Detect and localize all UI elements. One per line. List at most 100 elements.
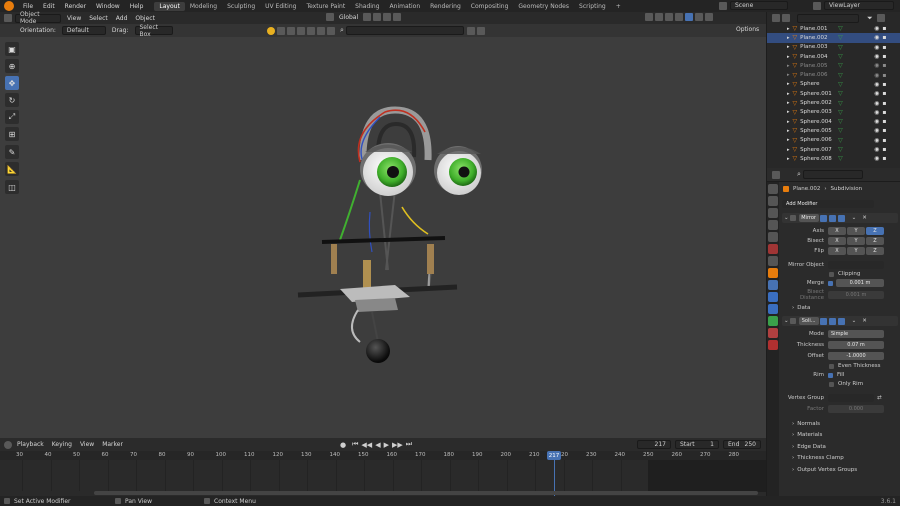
only-rim-checkbox[interactable] <box>829 381 834 387</box>
outliner-item[interactable]: ▸ ▽ Plane.001 ▽ ◉ ▪ <box>767 24 900 33</box>
rotate-tool-icon[interactable]: ↻ <box>5 93 19 107</box>
invert-vertex-group-icon[interactable]: ⇄ <box>877 395 882 401</box>
properties-editor-icon[interactable] <box>772 170 780 179</box>
mirror-object-field[interactable] <box>828 261 884 269</box>
data-section[interactable]: › Data <box>782 305 898 311</box>
mode-dropdown[interactable]: Simple <box>828 330 884 338</box>
shading-rendered-icon[interactable] <box>705 13 713 21</box>
options-dropdown[interactable]: Options <box>732 26 763 33</box>
expand-chevron-icon[interactable]: ⌄ <box>784 215 789 221</box>
solidify-name-field[interactable]: Soli... <box>798 317 819 325</box>
timeline-editor-icon[interactable] <box>4 440 12 449</box>
render-camera-icon[interactable]: ▪ <box>882 44 886 51</box>
outliner-item[interactable]: ▸ ▽ Sphere.007 ▽ ◉ ▪ <box>767 145 900 154</box>
menu-render[interactable]: Render <box>60 3 91 10</box>
subpanel-thickness-clamp[interactable]: › Thickness Clamp <box>782 453 898 465</box>
solidify-expand-chevron-icon[interactable]: ⌄ <box>784 318 789 324</box>
render-camera-icon[interactable]: ▪ <box>882 25 886 32</box>
mode-dropdown[interactable]: Object Mode <box>15 11 61 25</box>
visibility-eye-icon[interactable]: ◉ <box>874 62 879 69</box>
outliner-item[interactable]: ▸ ▽ Sphere.004 ▽ ◉ ▪ <box>767 117 900 126</box>
mirror-name-field[interactable]: Mirror <box>798 214 819 222</box>
object-tab-icon[interactable] <box>768 268 778 278</box>
render-camera-icon[interactable]: ▪ <box>882 100 886 107</box>
visibility-eye-icon[interactable]: ◉ <box>874 146 879 153</box>
render-camera-icon[interactable]: ▪ <box>882 72 886 79</box>
bisect-z-toggle[interactable]: Z <box>866 237 884 245</box>
render-camera-icon[interactable]: ▪ <box>882 155 886 162</box>
subpanel-edge-data[interactable]: › Edge Data <box>782 441 898 453</box>
scale-tool-icon[interactable]: ⤢ <box>5 110 19 124</box>
3d-viewport[interactable] <box>0 12 766 438</box>
particles-tab-icon[interactable] <box>768 292 778 302</box>
mirror-modifier-header[interactable]: ⌄ Mirror ⌄ ✕ <box>782 213 898 223</box>
tab-sculpting[interactable]: Sculpting <box>222 2 260 11</box>
clipping-checkbox[interactable] <box>829 271 834 277</box>
tab-animation[interactable]: Animation <box>385 2 426 11</box>
expand-arrow-icon[interactable]: ▸ <box>787 91 790 97</box>
output-tab-icon[interactable] <box>768 208 778 218</box>
solidify-render-icon[interactable] <box>837 317 845 325</box>
menu-marker[interactable]: Marker <box>98 441 127 448</box>
filter-icon-4[interactable] <box>307 26 315 35</box>
menu-timeline-view[interactable]: View <box>76 441 98 448</box>
transform-orientation[interactable]: Global <box>325 13 402 21</box>
solidify-modifier-header[interactable]: ⌄ Soli... ⌄ ✕ <box>782 316 898 326</box>
timeline[interactable]: 30 40 50 60 70 80 90 100 110 120 130 140 150 160 170 18… <box>0 451 766 496</box>
menu-file[interactable]: File <box>18 3 38 10</box>
editor-type-icon[interactable] <box>4 14 12 22</box>
cursor-tool-icon[interactable]: ⊕ <box>5 59 19 73</box>
scene-tab-icon[interactable] <box>768 232 778 242</box>
render-camera-icon[interactable]: ▪ <box>882 62 886 69</box>
render-camera-icon[interactable]: ▪ <box>882 53 886 60</box>
menu-object[interactable]: Object <box>131 15 159 22</box>
flip-z-toggle[interactable]: Z <box>866 247 884 255</box>
render-tab-icon[interactable] <box>768 196 778 206</box>
scene-name[interactable]: Scene <box>730 1 788 10</box>
tool-tab-icon[interactable] <box>768 184 778 194</box>
add-modifier-dropdown[interactable]: Add Modifier <box>782 200 874 208</box>
outliner-item[interactable]: ▸ ▽ Sphere.001 ▽ ◉ ▪ <box>767 89 900 98</box>
flip-x-toggle[interactable]: X <box>828 247 846 255</box>
play-icon[interactable]: ▶ <box>384 441 389 449</box>
record-icon[interactable]: ● <box>340 441 346 449</box>
end-frame-field[interactable]: End 250 <box>723 440 761 449</box>
shading-material-icon[interactable] <box>695 13 703 21</box>
next-key-icon[interactable]: ▶▶ <box>392 441 403 449</box>
tab-texture-paint[interactable]: Texture Paint <box>301 2 350 11</box>
tab-layout[interactable]: Layout <box>154 1 185 11</box>
render-camera-icon[interactable]: ▪ <box>882 146 886 153</box>
visibility-eye-icon[interactable]: ◉ <box>874 90 879 97</box>
xray-icon[interactable] <box>665 13 673 21</box>
physics-tab-icon[interactable] <box>768 304 778 314</box>
funnel-icon[interactable] <box>476 26 485 35</box>
expand-arrow-icon[interactable]: ▸ <box>787 81 790 87</box>
even-thickness-checkbox[interactable] <box>829 363 834 369</box>
prev-key-icon[interactable]: ◀◀ <box>361 441 372 449</box>
solidify-menu-icon[interactable]: ⌄ <box>852 318 857 324</box>
modifier-menu-icon[interactable]: ⌄ <box>852 215 857 221</box>
expand-arrow-icon[interactable]: ▸ <box>787 137 790 143</box>
tab-geometry-nodes[interactable]: Geometry Nodes <box>513 2 574 11</box>
tab-rendering[interactable]: Rendering <box>425 2 466 11</box>
play-reverse-icon[interactable]: ◀ <box>375 441 380 449</box>
filter-icon[interactable]: ⏷ <box>867 14 873 23</box>
render-camera-icon[interactable]: ▪ <box>882 90 886 97</box>
visibility-eye-icon[interactable]: ◉ <box>874 81 879 88</box>
tab-shading[interactable]: Shading <box>350 2 384 11</box>
merge-checkbox[interactable] <box>828 280 833 286</box>
move-tool-icon[interactable]: ✥ <box>5 76 19 90</box>
current-frame-field[interactable]: 217 <box>637 440 671 449</box>
annotate-tool-icon[interactable]: ✎ <box>5 145 19 159</box>
measure-tool-icon[interactable]: 📐 <box>5 162 19 176</box>
outliner-item[interactable]: ▸ ▽ Plane.006 ▽ ◉ ▪ <box>767 70 900 79</box>
visibility-eye-icon[interactable]: ◉ <box>874 100 879 107</box>
menu-select[interactable]: Select <box>85 15 112 22</box>
expand-arrow-icon[interactable]: ▸ <box>787 35 790 41</box>
outliner-item[interactable]: ▸ ▽ Sphere.003 ▽ ◉ ▪ <box>767 108 900 117</box>
visibility-eye-icon[interactable]: ◉ <box>874 44 879 51</box>
overlay-icon[interactable] <box>655 13 663 21</box>
add-workspace-button[interactable]: + <box>611 2 626 11</box>
tab-modeling[interactable]: Modeling <box>185 2 222 11</box>
transform-tool-icon[interactable]: ⊞ <box>5 127 19 141</box>
